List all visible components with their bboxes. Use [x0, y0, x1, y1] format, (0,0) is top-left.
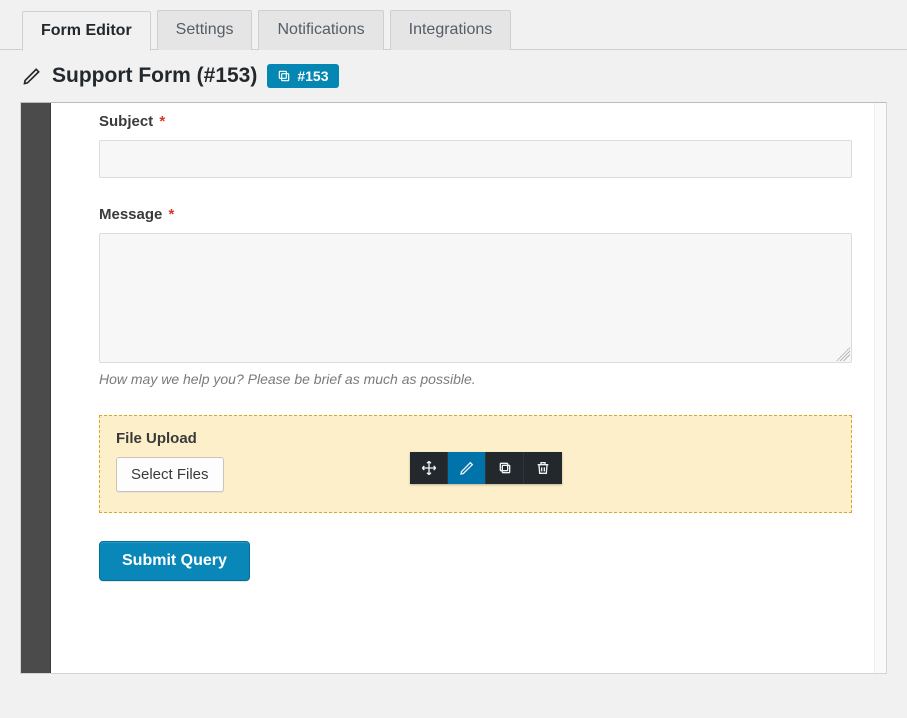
message-hint: How may we help you? Please be brief as …	[99, 371, 852, 387]
tab-integrations[interactable]: Integrations	[390, 10, 512, 50]
field-subject[interactable]: Subject *	[99, 113, 852, 178]
form-id-text: #153	[297, 68, 328, 84]
move-icon	[421, 460, 437, 476]
toolbar-delete-button[interactable]	[524, 452, 562, 484]
subject-label: Subject *	[99, 113, 852, 130]
pencil-icon	[459, 460, 475, 476]
left-gutter	[21, 103, 51, 673]
toolbar-edit-button[interactable]	[448, 452, 486, 484]
page-header: Support Form (#153) #153	[0, 50, 907, 102]
required-marker: *	[169, 206, 175, 223]
message-label: Message *	[99, 206, 852, 223]
tab-form-editor[interactable]: Form Editor	[22, 11, 151, 51]
submit-button[interactable]: Submit Query	[99, 541, 250, 581]
toolbar-duplicate-button[interactable]	[486, 452, 524, 484]
select-files-button[interactable]: Select Files	[116, 457, 224, 492]
form-preview: Subject * Message * How may we help you?…	[51, 103, 874, 673]
trash-icon	[535, 460, 551, 476]
message-textarea[interactable]	[99, 233, 852, 363]
field-message[interactable]: Message * How may we help you? Please be…	[99, 206, 852, 387]
editor-tabs: Form Editor Settings Notifications Integ…	[0, 10, 907, 50]
form-canvas: Subject * Message * How may we help you?…	[20, 102, 887, 674]
form-id-badge[interactable]: #153	[267, 64, 338, 88]
field-file-upload[interactable]: File Upload Select Files	[99, 415, 852, 513]
pencil-icon	[22, 66, 42, 86]
page-title: Support Form (#153)	[52, 64, 257, 88]
message-label-text: Message	[99, 206, 162, 223]
subject-label-text: Subject	[99, 113, 153, 130]
copy-icon	[277, 69, 291, 83]
file-upload-label: File Upload	[116, 430, 835, 447]
toolbar-move-button[interactable]	[410, 452, 448, 484]
subject-input[interactable]	[99, 140, 852, 178]
copy-icon	[497, 460, 513, 476]
required-marker: *	[159, 113, 165, 130]
tab-notifications[interactable]: Notifications	[258, 10, 383, 50]
tab-settings[interactable]: Settings	[157, 10, 253, 50]
field-toolbar	[410, 452, 562, 484]
scrollbar-track[interactable]	[874, 103, 886, 673]
